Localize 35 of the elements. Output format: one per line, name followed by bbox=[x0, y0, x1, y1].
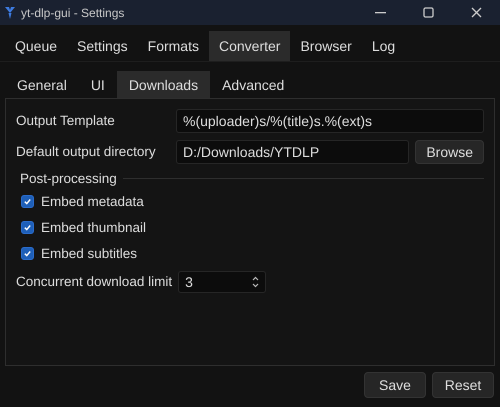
tab[interactable]: Converter bbox=[208, 31, 290, 61]
checkbox[interactable] bbox=[21, 246, 34, 260]
checkbox-label: Embed subtitles bbox=[41, 246, 138, 260]
app-logo-icon bbox=[5, 6, 15, 18]
input-field[interactable]: D:/Downloads/YTDLP bbox=[176, 140, 410, 164]
checkmark-icon bbox=[23, 196, 32, 206]
checkmark-icon bbox=[23, 248, 32, 258]
checkmark-icon bbox=[23, 222, 32, 232]
dialog-button[interactable]: Reset bbox=[432, 372, 494, 398]
tab[interactable]: Downloads bbox=[116, 71, 210, 98]
tab[interactable]: Log bbox=[362, 31, 406, 61]
tab[interactable]: Browser bbox=[290, 31, 362, 61]
checkbox-label: Embed metadata bbox=[41, 194, 144, 208]
spin-box[interactable]: 3 bbox=[178, 270, 266, 292]
field-label: Default output directory bbox=[16, 144, 157, 159]
minimize-icon[interactable] bbox=[374, 12, 386, 14]
tab[interactable]: Advanced bbox=[210, 71, 296, 98]
checkbox-label: Embed thumbnail bbox=[41, 220, 146, 234]
tab[interactable]: General bbox=[5, 71, 79, 98]
tab[interactable]: Queue bbox=[5, 31, 68, 61]
tab[interactable]: Formats bbox=[138, 31, 209, 61]
spin-arrows-icon[interactable] bbox=[252, 276, 260, 288]
checkbox[interactable] bbox=[21, 220, 34, 234]
field-label: Output Template bbox=[16, 113, 116, 128]
tab[interactable]: Settings bbox=[67, 31, 138, 61]
browse-button[interactable]: Browse bbox=[415, 140, 484, 164]
tab[interactable]: UI bbox=[78, 71, 117, 98]
input-field[interactable]: %(uploader)s/%(title)s.%(ext)s bbox=[176, 108, 484, 132]
group-title: Post-processing bbox=[20, 171, 117, 186]
window-title: yt-dlp-gui - Settings bbox=[21, 6, 126, 20]
maximize-icon[interactable] bbox=[422, 7, 434, 18]
dialog-button[interactable]: Save bbox=[364, 372, 426, 398]
close-icon[interactable] bbox=[470, 7, 482, 18]
checkbox[interactable] bbox=[21, 194, 34, 208]
field-label: Concurrent download limit bbox=[16, 274, 172, 289]
